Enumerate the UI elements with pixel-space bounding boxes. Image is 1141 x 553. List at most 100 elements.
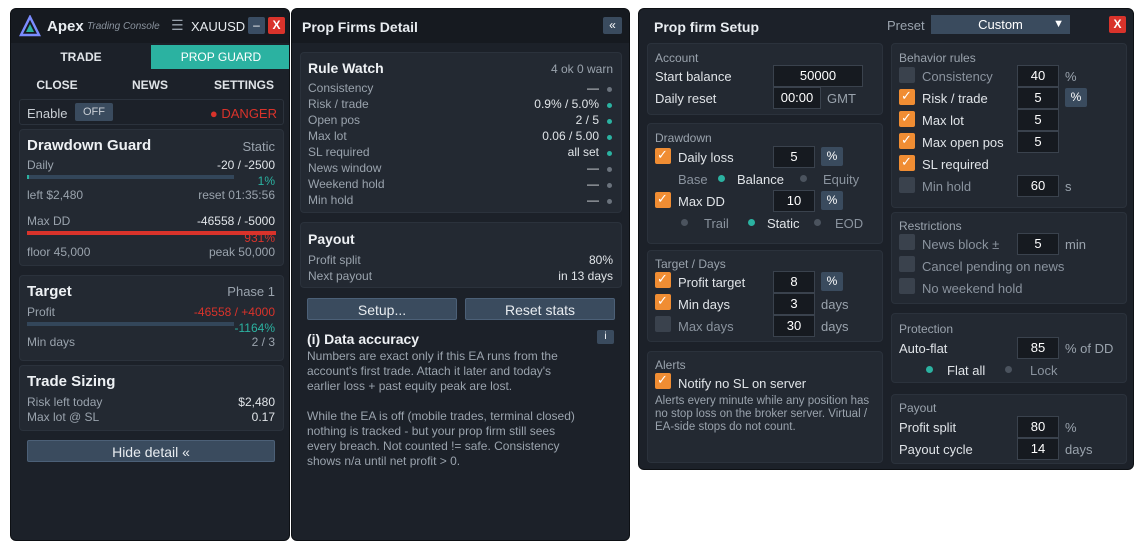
- close-button[interactable]: X: [268, 17, 285, 34]
- sl-required-checkbox[interactable]: [899, 154, 915, 171]
- minimize-button[interactable]: –: [248, 17, 265, 34]
- daily-loss-input[interactable]: 5: [773, 146, 815, 168]
- max-days-input[interactable]: 30: [773, 315, 815, 337]
- auto-flat-label: Auto-flat: [899, 341, 948, 356]
- daily-loss-percent-toggle[interactable]: %: [821, 147, 843, 166]
- daily-reset-input[interactable]: 00:00: [773, 87, 821, 109]
- target-days-title: Target / Days: [655, 257, 726, 271]
- rule-value: 0.06 / 5.00: [542, 129, 599, 143]
- news-block-checkbox[interactable]: [899, 234, 915, 250]
- setup-button[interactable]: Setup...: [307, 298, 457, 320]
- prop-firms-detail-window: Prop Firms Detail « Rule Watch 4 ok 0 wa…: [291, 8, 630, 541]
- risk-trade-input[interactable]: 5: [1017, 87, 1059, 109]
- profit-split-value: 80%: [588, 253, 613, 267]
- flat-all-radio[interactable]: [926, 366, 933, 373]
- tab-trade[interactable]: TRADE: [11, 45, 151, 69]
- daily-loss-checkbox[interactable]: [655, 147, 671, 164]
- drawdown-setup-title: Drawdown: [655, 131, 712, 145]
- max-lot-checkbox[interactable]: [899, 110, 915, 127]
- enable-toggle[interactable]: OFF: [75, 103, 113, 121]
- preset-dropdown[interactable]: Custom ▼: [931, 15, 1070, 34]
- min-days-unit: days: [821, 297, 849, 312]
- symbol-label[interactable]: XAUUSD: [191, 19, 245, 34]
- info-icon[interactable]: i: [597, 330, 614, 344]
- rule-value: all set: [567, 145, 599, 159]
- reset-timer: reset 01:35:56: [198, 188, 275, 202]
- min-days-checkbox[interactable]: [655, 293, 671, 310]
- rule-status-dot: [607, 167, 612, 172]
- lock-radio[interactable]: [1005, 366, 1012, 373]
- tab-close[interactable]: CLOSE: [11, 73, 103, 97]
- lock-label: Lock: [1030, 363, 1058, 378]
- max-lot-input[interactable]: 5: [1017, 109, 1059, 131]
- risk-trade-percent-toggle[interactable]: %: [1065, 88, 1087, 107]
- rule-value: —: [587, 193, 599, 207]
- news-block-input[interactable]: 5: [1017, 233, 1059, 255]
- max-open-pos-checkbox[interactable]: [899, 132, 915, 149]
- rule-status-dot: [607, 87, 612, 92]
- no-weekend-checkbox[interactable]: [899, 278, 915, 294]
- profit-target-percent-toggle[interactable]: %: [821, 272, 843, 291]
- brand-tagline: Trading Console: [87, 21, 160, 32]
- hide-detail-button[interactable]: Hide detail «: [27, 440, 275, 462]
- auto-flat-input[interactable]: 85: [1017, 337, 1059, 359]
- enable-row: Enable OFF ● DANGER: [19, 99, 284, 125]
- consistency-input[interactable]: 40: [1017, 65, 1059, 87]
- mode-eod-label: EOD: [835, 216, 864, 231]
- tab-prop-guard[interactable]: PROP GUARD: [151, 45, 289, 69]
- reset-stats-button[interactable]: Reset stats: [465, 298, 615, 320]
- mode-static-radio[interactable]: [748, 219, 755, 226]
- profit-target-checkbox[interactable]: [655, 271, 671, 288]
- consistency-label: Consistency: [922, 69, 993, 84]
- drawdown-guard-card: Drawdown Guard Static Daily -20 / -2500 …: [19, 129, 284, 266]
- max-dd-percent-toggle[interactable]: %: [821, 191, 843, 210]
- payout-cycle-input[interactable]: 14: [1017, 438, 1059, 460]
- max-days-unit: days: [821, 319, 849, 334]
- max-lot-setup-label: Max lot: [922, 113, 964, 128]
- profit-split-input[interactable]: 80: [1017, 416, 1059, 438]
- status-badge: ● DANGER: [209, 106, 277, 121]
- profit-target-input[interactable]: 8: [773, 271, 815, 293]
- base-balance-radio[interactable]: [718, 175, 725, 182]
- max-days-checkbox[interactable]: [655, 316, 671, 332]
- mode-trail-radio[interactable]: [681, 219, 688, 226]
- max-open-pos-input[interactable]: 5: [1017, 131, 1059, 153]
- tab-news[interactable]: NEWS: [103, 73, 197, 97]
- data-accuracy-title: (i) Data accuracy: [307, 331, 420, 347]
- mode-eod-radio[interactable]: [814, 219, 821, 226]
- menu-icon[interactable]: ☰: [171, 17, 184, 34]
- min-days-input[interactable]: 3: [773, 293, 815, 315]
- brand-name: Apex: [47, 18, 84, 35]
- collapse-button[interactable]: «: [603, 17, 622, 34]
- base-label: Base: [678, 172, 708, 187]
- notify-no-sl-checkbox[interactable]: [655, 372, 671, 389]
- rule-value: 2 / 5: [575, 113, 599, 127]
- rule-label: Weekend hold: [308, 177, 385, 191]
- rule-label: SL required: [308, 145, 370, 159]
- max-dd-input[interactable]: 10: [773, 190, 815, 212]
- maxdd-progress-fill: [27, 231, 276, 235]
- drawdown-mode: Static: [242, 139, 275, 154]
- min-hold-input[interactable]: 60: [1017, 175, 1059, 197]
- max-dd-checkbox[interactable]: [655, 191, 671, 208]
- protection-panel: Protection Auto-flat 85 % of DD Flat all…: [891, 313, 1127, 383]
- title-bar[interactable]: Apex Trading Console ☰ XAUUSD – X: [11, 9, 289, 43]
- start-balance-label: Start balance: [655, 69, 732, 84]
- risk-trade-checkbox[interactable]: [899, 88, 915, 105]
- payout-title: Payout: [308, 231, 355, 247]
- rule-status-dot: [607, 103, 612, 108]
- consistency-checkbox[interactable]: [899, 67, 915, 83]
- base-equity-radio[interactable]: [800, 175, 807, 182]
- profit-split-setup-label: Profit split: [899, 420, 957, 435]
- tab-settings[interactable]: SETTINGS: [197, 73, 289, 97]
- daily-reset-label: Daily reset: [655, 91, 717, 106]
- setup-close-button[interactable]: X: [1109, 16, 1126, 33]
- rule-label: Risk / trade: [308, 97, 369, 111]
- maxdd-value: -46558 / -5000: [196, 214, 275, 228]
- start-balance-input[interactable]: 50000: [773, 65, 863, 87]
- target-title: Target: [27, 283, 72, 300]
- min-hold-unit: s: [1065, 179, 1072, 194]
- cancel-pending-checkbox[interactable]: [899, 256, 915, 272]
- behavior-title: Behavior rules: [899, 51, 976, 65]
- min-hold-checkbox[interactable]: [899, 177, 915, 193]
